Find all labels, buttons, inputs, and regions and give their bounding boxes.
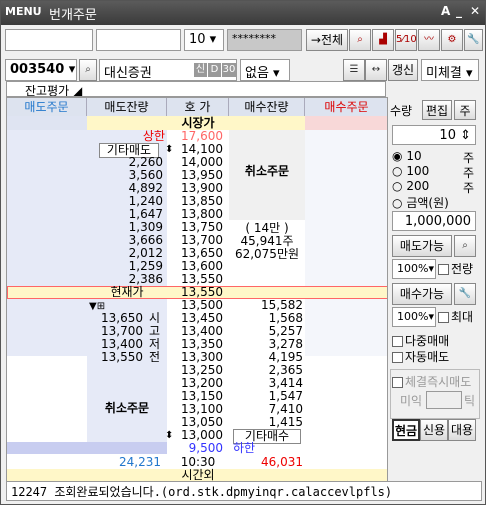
settings-icon[interactable]: ⚙ — [441, 29, 463, 51]
minimize-button[interactable]: _ — [456, 4, 462, 18]
col-buy-remaining: 매수잔량 — [229, 98, 305, 116]
current-price-label: 현재가 — [110, 285, 144, 299]
d-badge: D — [208, 63, 221, 77]
col-price: 호 가 — [167, 98, 229, 116]
qty-radio[interactable]: ◉ 10 주 — [392, 149, 478, 165]
status-bar: 12247 조회완료되었습니다.(ord.stk.dpmyinqr.calacc… — [6, 481, 482, 501]
cancel-order-top[interactable]: 취소주문 — [229, 165, 305, 178]
radio-circle-icon[interactable]: ○ — [392, 196, 402, 210]
window-title: 번개주문 — [49, 8, 97, 23]
radio-label: 200 — [406, 179, 430, 193]
amount-input[interactable]: 1,000,000 — [392, 211, 476, 231]
total-sell-remaining: 24,231 — [119, 455, 161, 469]
list-icon[interactable]: ☰ — [343, 59, 365, 81]
wrench-icon[interactable]: 🔧 — [464, 29, 483, 51]
col-buy-order: 매수주문 — [305, 98, 387, 116]
menu-button[interactable]: MENU — [5, 5, 42, 18]
multi-trade-checkbox[interactable]: 다중매매 — [392, 335, 449, 348]
balance-eval-bar: 잔고평가 ◢ — [6, 81, 386, 97]
info-amount: 62,075만원 — [234, 247, 300, 261]
option-select[interactable]: 없음 ▾ — [240, 59, 290, 81]
account-select[interactable] — [5, 29, 93, 51]
qty-input[interactable]: 10 ⇕ — [392, 125, 476, 145]
close-button[interactable]: ✕ — [470, 4, 480, 18]
chart-icon[interactable]: ▟ — [372, 29, 394, 51]
radio-circle-icon[interactable]: ○ — [392, 179, 402, 193]
ohlc-price: 13,550 — [101, 350, 143, 364]
unfilled-select[interactable]: 미체결 ▾ — [421, 59, 479, 81]
pct-select-1[interactable]: 100%▾ — [392, 259, 436, 279]
loan-tab[interactable]: 대용 — [448, 419, 476, 441]
password-field[interactable]: ******** — [227, 29, 302, 51]
all-checkbox[interactable]: 전량 — [438, 263, 473, 276]
order-side-panel: 수량 편집 주 10 ⇕ ◉ 10 주 ○ 100 주 ○ 200 주 ○ 금액(원) 1,… — [390, 97, 482, 483]
qty-label: 수량 — [390, 104, 413, 118]
qty-radio[interactable]: ○ 100 주 — [392, 164, 478, 180]
account-name-field — [96, 29, 181, 51]
max-checkbox[interactable]: 최대 — [438, 311, 473, 324]
upper-limit-label: 상한 — [142, 129, 165, 143]
lower-limit-price[interactable]: 9,500 — [167, 442, 223, 455]
number-icon[interactable]: 5⁄10 — [395, 29, 417, 51]
transfer-all-button[interactable]: →전체 — [306, 29, 348, 51]
buy-remaining: 1,415 — [268, 415, 303, 429]
search-icon[interactable]: ⌕ — [349, 29, 371, 51]
radio-label: 10 — [406, 149, 422, 163]
total-buy-remaining: 46,031 — [261, 455, 303, 469]
auto-sell-checkbox[interactable]: 자동매도 — [392, 351, 449, 364]
radio-circle-icon[interactable]: ◉ — [392, 149, 402, 163]
order-window: MENU 번개주문 A _ ✕ 10 ▾ ******** →전체 ⌕ ▟ 5⁄… — [0, 0, 486, 505]
search-icon[interactable]: ⌕ — [79, 59, 97, 81]
edit-button[interactable]: 편집 — [422, 100, 452, 120]
col-sell-remaining: 매도잔량 — [87, 98, 167, 116]
qty-radio[interactable]: ○ 금액(원) — [392, 194, 478, 211]
radio-label: 금액(원) — [406, 196, 449, 210]
lower-limit-label: 하한 — [233, 441, 256, 455]
order-book: 매도주문 매도잔량 호 가 매수잔량 매수주문 시장가 상한 17,600 기타… — [6, 97, 388, 483]
expand-icon[interactable]: ↔ — [365, 59, 387, 81]
stock-code-input[interactable]: 003540 ▾ — [5, 59, 77, 81]
wrench-icon[interactable]: 🔧 — [454, 283, 476, 305]
ohlc-tag: 전 — [149, 350, 161, 364]
instant-sell-checkbox[interactable]: 체결즉시매도 — [392, 376, 471, 389]
line-chart-icon[interactable]: 〰 — [418, 29, 440, 51]
updown-icon[interactable]: ⬍ — [165, 429, 173, 442]
cash-tab[interactable]: 현금 — [392, 419, 420, 441]
cancel-order-bottom[interactable]: 취소주문 — [87, 402, 167, 415]
font-size-button[interactable]: A — [441, 4, 450, 18]
margin-badge: 30 — [222, 63, 236, 77]
search-icon[interactable]: ⌕ — [454, 235, 476, 257]
tick-input[interactable] — [426, 391, 462, 409]
qty-radio[interactable]: ○ 200 주 — [392, 179, 478, 195]
col-sell-order: 매도주문 — [7, 98, 87, 116]
refresh-button[interactable]: 갱신 — [388, 59, 418, 81]
main-button[interactable]: 주 — [454, 100, 476, 120]
radio-circle-icon[interactable]: ○ — [392, 164, 402, 178]
credit-tab[interactable]: 신용 — [420, 419, 448, 441]
sell-available-button[interactable]: 매도가능 — [392, 235, 452, 257]
pct-select-2[interactable]: 100%▾ — [392, 307, 436, 327]
title-bar: MENU 번개주문 A _ ✕ — [1, 1, 485, 25]
not-filled-label: 미익 — [400, 394, 423, 408]
qty-select[interactable]: 10 ▾ — [184, 29, 224, 51]
tick-label: 틱 — [464, 394, 476, 408]
credit-badge: 신 — [194, 63, 207, 77]
radio-label: 100 — [406, 164, 430, 178]
buy-available-button[interactable]: 매수가능 — [392, 283, 452, 305]
